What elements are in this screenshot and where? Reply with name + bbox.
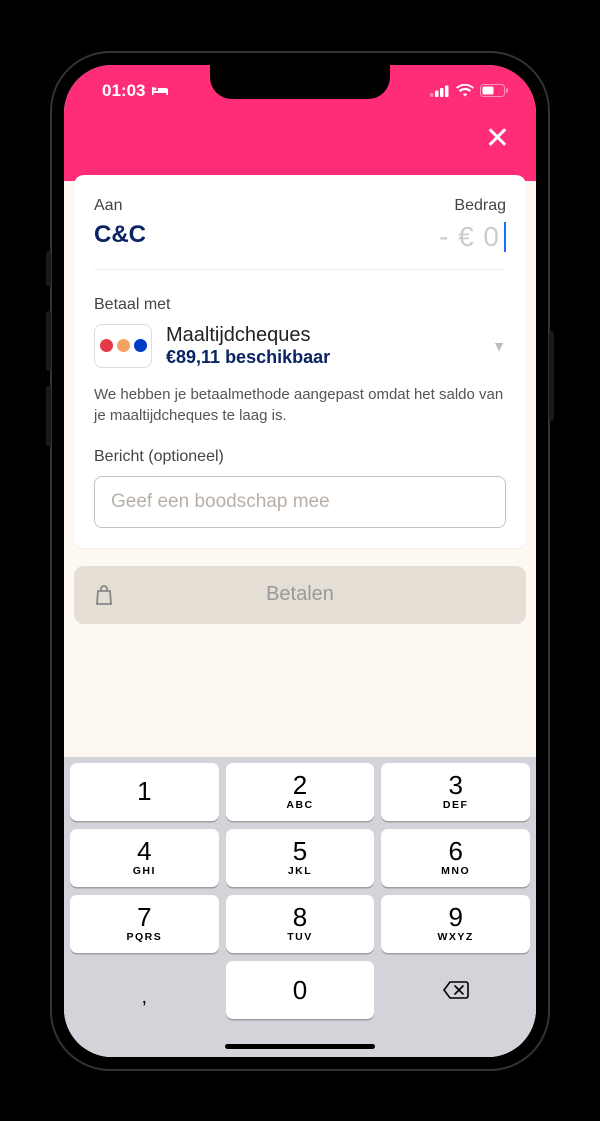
home-indicator[interactable]: [225, 1044, 375, 1049]
side-button: [46, 251, 51, 286]
message-input[interactable]: [94, 476, 506, 528]
wifi-icon: [456, 84, 474, 97]
key-0[interactable]: 0: [226, 961, 375, 1019]
phone-frame: 01:03 ✕ Aan C&C Bedrag - € 0: [50, 51, 550, 1071]
shopping-bag-icon: [94, 584, 114, 606]
key-5[interactable]: 5JKL: [226, 829, 375, 887]
status-left: 01:03: [102, 81, 169, 101]
status-right: [430, 84, 508, 97]
status-time: 01:03: [102, 81, 145, 101]
amount-value: - € 0: [439, 221, 500, 253]
numeric-keyboard: 1 2ABC 3DEF 4GHI 5JKL 6MNO 7PQRS 8TUV 9W…: [64, 757, 536, 1057]
header-bar: ✕: [64, 117, 536, 181]
dot-blue: [134, 339, 147, 352]
to-label: Aan: [94, 197, 146, 215]
key-backspace[interactable]: [381, 961, 530, 1019]
dot-orange: [117, 339, 130, 352]
key-comma[interactable]: ,: [70, 961, 219, 1019]
key-6[interactable]: 6MNO: [381, 829, 530, 887]
key-2[interactable]: 2ABC: [226, 763, 375, 821]
signal-icon: [430, 85, 450, 97]
amount-label: Bedrag: [439, 197, 506, 215]
payment-method-selector[interactable]: Maaltijdcheques €89,11 beschikbaar ▼: [94, 324, 506, 368]
bed-icon: [151, 85, 169, 97]
dot-red: [100, 339, 113, 352]
message-label: Bericht (optioneel): [94, 448, 506, 466]
battery-icon: [480, 84, 508, 97]
key-4[interactable]: 4GHI: [70, 829, 219, 887]
key-8[interactable]: 8TUV: [226, 895, 375, 953]
chevron-down-icon: ▼: [492, 338, 506, 354]
key-3[interactable]: 3DEF: [381, 763, 530, 821]
volume-up: [46, 311, 51, 371]
pay-button-label: Betalen: [74, 583, 526, 606]
recipient-name[interactable]: C&C: [94, 221, 146, 249]
payment-method-available: €89,11 beschikbaar: [166, 347, 478, 368]
screen: 01:03 ✕ Aan C&C Bedrag - € 0: [64, 65, 536, 1057]
pay-button[interactable]: Betalen: [74, 566, 526, 624]
payment-card: Aan C&C Bedrag - € 0 Betaal met: [74, 175, 526, 548]
payment-card-icon: [94, 324, 152, 368]
warning-text: We hebben je betaalmethode aangepast omd…: [94, 384, 506, 426]
volume-down: [46, 386, 51, 446]
divider: [94, 269, 506, 270]
key-1[interactable]: 1: [70, 763, 219, 821]
backspace-icon: [442, 980, 470, 1000]
power-button: [549, 331, 554, 421]
notch: [210, 65, 390, 99]
payment-method-name: Maaltijdcheques: [166, 324, 478, 347]
amount-input[interactable]: - € 0: [439, 221, 506, 253]
key-9[interactable]: 9WXYZ: [381, 895, 530, 953]
text-cursor: [504, 222, 506, 252]
close-icon[interactable]: ✕: [485, 121, 510, 156]
key-7[interactable]: 7PQRS: [70, 895, 219, 953]
pay-with-label: Betaal met: [94, 296, 506, 314]
